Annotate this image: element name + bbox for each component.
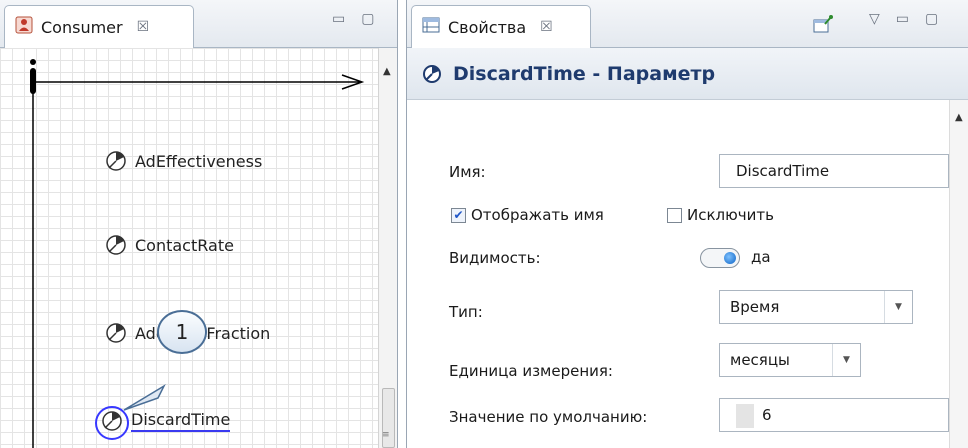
- properties-window-controls: ▽ ▭ ▢: [869, 12, 938, 26]
- exclude-checkbox[interactable]: Исключить: [667, 206, 774, 224]
- consumer-window-controls: ▭ ▢: [332, 12, 374, 26]
- close-icon[interactable]: ☒: [540, 19, 553, 35]
- parameter-label: DiscardTime: [131, 410, 231, 432]
- visibility-toggle[interactable]: [700, 248, 740, 268]
- callout-badge: 1: [157, 310, 207, 354]
- tab-consumer-label: Consumer: [41, 17, 123, 37]
- consumer-tabbar: Consumer ☒ ▭ ▢: [0, 0, 397, 48]
- visibility-value: да: [751, 248, 771, 266]
- properties-tabbar: Свойства ☒ ▽ ▭ ▢: [407, 0, 968, 48]
- scroll-up-icon[interactable]: ▲: [955, 112, 963, 123]
- parameter-icon: [102, 411, 122, 431]
- toggle-knob: [724, 252, 736, 264]
- code-field-marker: [736, 404, 754, 428]
- exclude-label: Исключить: [687, 206, 774, 224]
- checkbox-checked-icon[interactable]: ✔: [451, 207, 466, 223]
- maximize-icon[interactable]: ▢: [361, 12, 374, 26]
- properties-scrollbar[interactable]: ▲: [949, 100, 968, 448]
- show-name-checkbox[interactable]: ✔ Отображать имя: [451, 206, 604, 224]
- chevron-down-icon[interactable]: ▼: [832, 344, 860, 376]
- minimize-icon[interactable]: ▭: [332, 12, 345, 26]
- tab-properties[interactable]: Свойства ☒: [411, 5, 591, 48]
- chevron-down-icon[interactable]: ▼: [884, 291, 912, 323]
- properties-form: Имя: DiscardTime ✔ Отображать имя Исключ…: [407, 100, 949, 448]
- parameter-icon: [106, 151, 126, 171]
- unit-select[interactable]: месяцы ▼: [719, 343, 861, 377]
- parameter-icon: [423, 64, 441, 83]
- properties-header: DiscardTime - Параметр: [407, 48, 968, 100]
- show-name-label: Отображать имя: [471, 206, 604, 224]
- parameter-discardtime[interactable]: DiscardTime: [101, 410, 231, 432]
- tab-properties-label: Свойства: [448, 17, 527, 37]
- maximize-icon[interactable]: ▢: [925, 12, 938, 26]
- parameter-label: AdEffectiveness: [135, 151, 263, 171]
- grip-icon: ≡: [382, 430, 390, 440]
- type-label: Тип:: [449, 303, 483, 321]
- tab-consumer[interactable]: Consumer ☒: [4, 5, 194, 48]
- properties-icon: [422, 17, 440, 37]
- parameter-icon: [106, 323, 126, 343]
- parameter-icon: [106, 235, 126, 255]
- type-select[interactable]: Время ▼: [719, 290, 913, 324]
- checkbox-icon[interactable]: [667, 207, 682, 223]
- properties-title: DiscardTime - Параметр: [453, 62, 716, 85]
- consumer-view: Consumer ☒ ▭ ▢ AdEffectiveness ContactRa…: [0, 0, 398, 448]
- visibility-label: Видимость:: [449, 249, 541, 267]
- parameter-label: ContactRate: [135, 235, 234, 255]
- unit-select-value: месяцы: [730, 351, 790, 369]
- properties-view: Свойства ☒ ▽ ▭ ▢ DiscardTime - Параметр …: [406, 0, 968, 448]
- diagram-canvas[interactable]: AdEffectiveness ContactRate AdoptionFrac…: [0, 48, 378, 448]
- minimize-icon[interactable]: ▭: [896, 12, 909, 26]
- close-icon[interactable]: ☒: [137, 19, 150, 35]
- type-select-value: Время: [730, 298, 780, 316]
- scroll-up-icon[interactable]: ▲: [383, 66, 391, 77]
- diagram-scrollbar[interactable]: ▲ ≡: [378, 48, 397, 448]
- callout-number: 1: [175, 320, 189, 344]
- parameter-adeffectiveness[interactable]: AdEffectiveness: [105, 150, 262, 172]
- default-value-text: 6: [762, 406, 772, 424]
- unit-label: Единица измерения:: [449, 362, 613, 380]
- default-value-label: Значение по умолчанию:: [449, 408, 648, 426]
- name-input-value: DiscardTime: [736, 162, 830, 180]
- pin-icon[interactable]: [813, 15, 833, 37]
- name-label: Имя:: [449, 163, 486, 181]
- agent-icon: [15, 16, 33, 38]
- view-menu-icon[interactable]: ▽: [869, 12, 880, 26]
- parameter-contactrate[interactable]: ContactRate: [105, 234, 234, 256]
- name-input[interactable]: DiscardTime: [719, 154, 949, 188]
